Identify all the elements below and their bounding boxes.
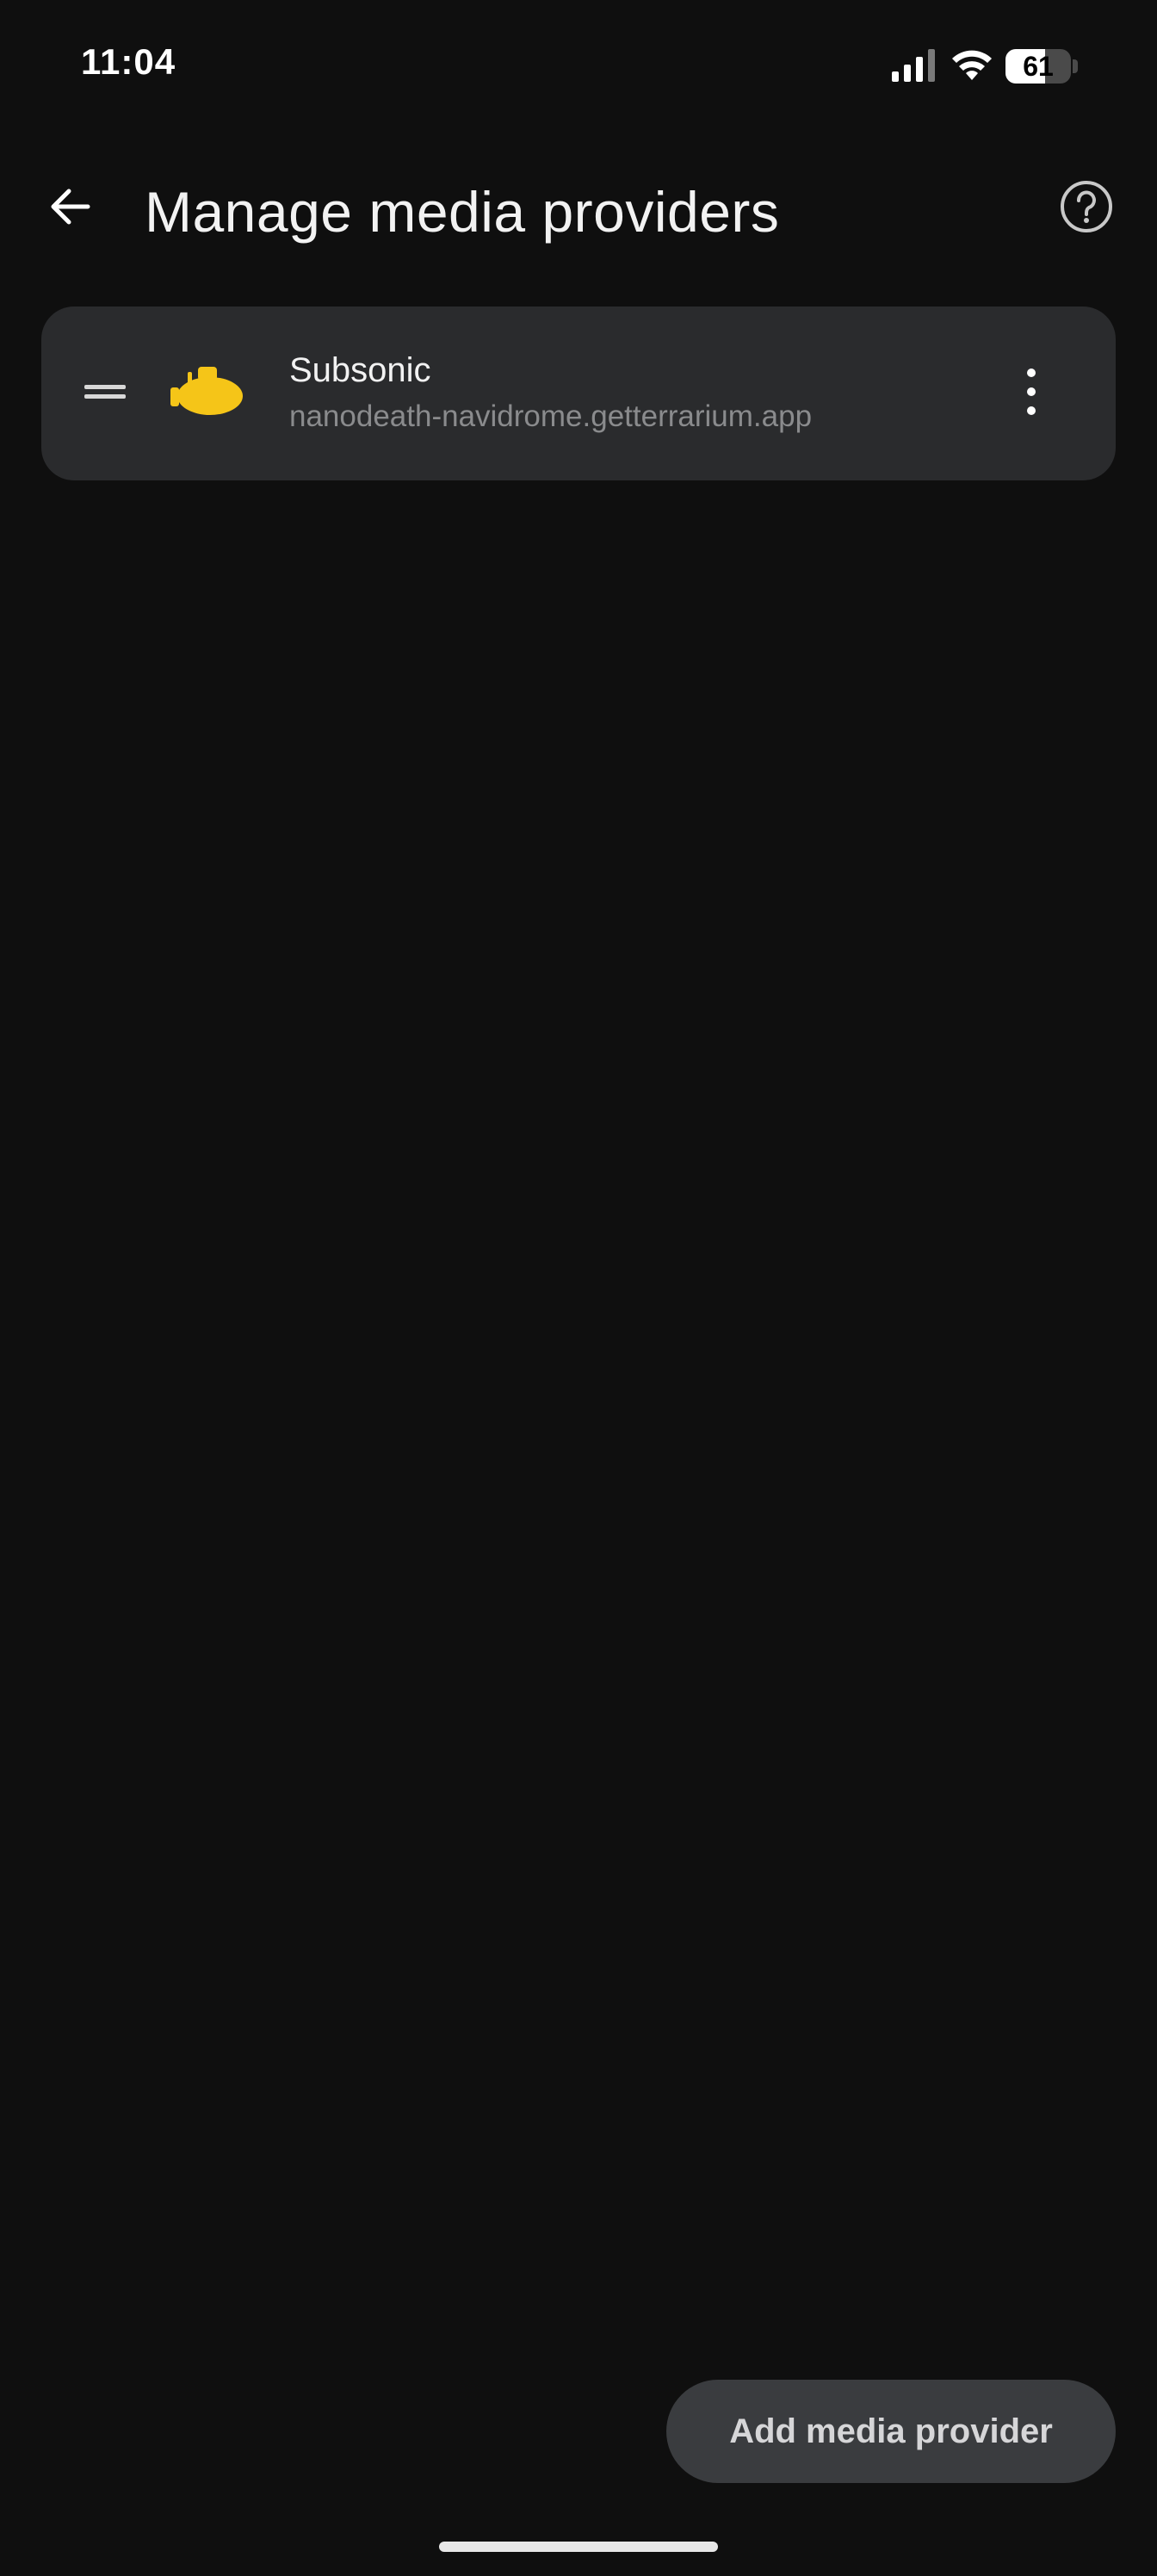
provider-card[interactable]: Subsonic nanodeath-navidrome.getterrariu… [41, 307, 1116, 480]
more-options-button[interactable] [995, 357, 1067, 430]
help-button[interactable] [1050, 172, 1123, 245]
submarine-icon [167, 358, 250, 427]
status-time: 11:04 [81, 41, 176, 82]
status-bar: 11:04 61 [0, 0, 1157, 129]
top-app-bar: Manage media providers [0, 146, 1157, 279]
battery-tip [1073, 59, 1078, 73]
wifi-icon [950, 47, 993, 86]
add-media-provider-button[interactable]: Add media provider [666, 2380, 1116, 2483]
drag-handle-icon [83, 381, 127, 406]
battery-level: 61 [1023, 50, 1054, 82]
help-circle-icon [1059, 179, 1114, 238]
provider-url: nanodeath-navidrome.getterrarium.app [289, 399, 813, 433]
status-icons: 61 [890, 46, 1078, 86]
page-title: Manage media providers [145, 180, 780, 244]
screen: 11:04 61 Manage media providers Subsonic… [0, 0, 1157, 2576]
cellular-signal-icon [890, 47, 938, 86]
provider-name: Subsonic [289, 351, 431, 389]
arrow-back-icon [46, 183, 95, 235]
drag-handle[interactable] [79, 368, 131, 419]
battery-icon: 61 [1005, 49, 1071, 84]
more-vert-icon [1024, 366, 1038, 422]
back-button[interactable] [34, 172, 107, 245]
gesture-bar[interactable] [439, 2542, 718, 2552]
